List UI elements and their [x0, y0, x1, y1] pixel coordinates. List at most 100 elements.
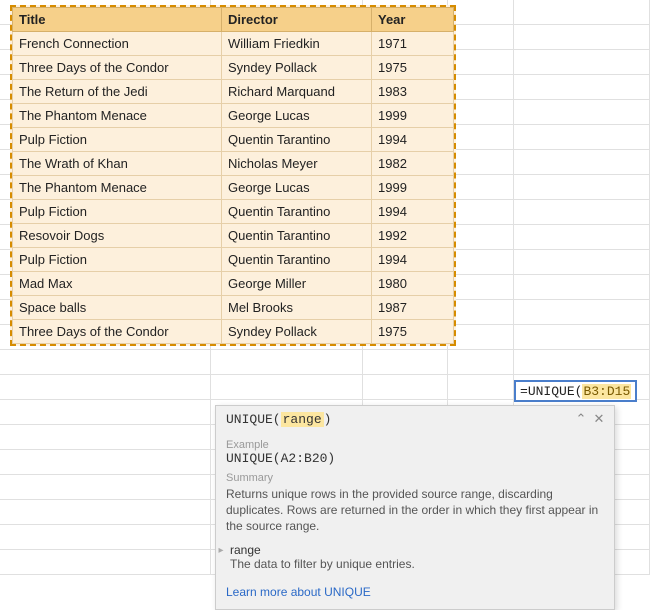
cell[interactable]: [514, 175, 650, 200]
table-row: The Phantom MenaceGeorge Lucas1999: [13, 104, 454, 128]
cell-year[interactable]: 1980: [372, 272, 454, 296]
cell[interactable]: [514, 125, 650, 150]
cell[interactable]: [514, 350, 650, 375]
formula-equals: =: [520, 384, 528, 399]
cell[interactable]: [448, 175, 514, 200]
cell-director[interactable]: Nicholas Meyer: [222, 152, 372, 176]
cell-director[interactable]: Mel Brooks: [222, 296, 372, 320]
cell-year[interactable]: 1975: [372, 56, 454, 80]
cell[interactable]: [448, 25, 514, 50]
cell[interactable]: [0, 425, 211, 450]
cell[interactable]: [448, 125, 514, 150]
cell[interactable]: [448, 275, 514, 300]
table-row: French ConnectionWilliam Friedkin1971: [13, 32, 454, 56]
cell[interactable]: [363, 350, 448, 375]
cell[interactable]: [448, 375, 514, 400]
cell-title[interactable]: The Wrath of Khan: [13, 152, 222, 176]
range-param-name: range: [230, 543, 604, 557]
cell-director[interactable]: Quentin Tarantino: [222, 224, 372, 248]
cell-director[interactable]: Quentin Tarantino: [222, 200, 372, 224]
cell-director[interactable]: George Miller: [222, 272, 372, 296]
cell[interactable]: [448, 50, 514, 75]
cell-year[interactable]: 1983: [372, 80, 454, 104]
cell-year[interactable]: 1975: [372, 320, 454, 344]
cell-year[interactable]: 1994: [372, 248, 454, 272]
table-row: The Phantom MenaceGeorge Lucas1999: [13, 176, 454, 200]
cell-title[interactable]: Resovoir Dogs: [13, 224, 222, 248]
cell-title[interactable]: The Phantom Menace: [13, 176, 222, 200]
cell[interactable]: [448, 350, 514, 375]
range-param-desc: The data to filter by unique entries.: [230, 557, 604, 571]
cell[interactable]: [0, 550, 211, 575]
cell[interactable]: [0, 400, 211, 425]
cell[interactable]: [448, 0, 514, 25]
cell-year[interactable]: 1999: [372, 176, 454, 200]
cell[interactable]: [448, 150, 514, 175]
cell-title[interactable]: Pulp Fiction: [13, 200, 222, 224]
cell-year[interactable]: 1994: [372, 200, 454, 224]
cell[interactable]: [514, 150, 650, 175]
cell-year[interactable]: 1992: [372, 224, 454, 248]
cell-director[interactable]: Richard Marquand: [222, 80, 372, 104]
cell-director[interactable]: George Lucas: [222, 104, 372, 128]
cell-director[interactable]: Syndey Pollack: [222, 320, 372, 344]
cell[interactable]: [0, 450, 211, 475]
cell[interactable]: [211, 375, 363, 400]
cell-director[interactable]: Quentin Tarantino: [222, 248, 372, 272]
cell-year[interactable]: 1999: [372, 104, 454, 128]
cell[interactable]: [0, 475, 211, 500]
cell[interactable]: [0, 500, 211, 525]
header-year[interactable]: Year: [372, 8, 454, 32]
cell[interactable]: [514, 325, 650, 350]
collapse-icon[interactable]: ⌃: [574, 413, 588, 427]
cell-title[interactable]: The Return of the Jedi: [13, 80, 222, 104]
cell[interactable]: [514, 300, 650, 325]
learn-more-link[interactable]: Learn more about UNIQUE: [226, 585, 371, 599]
cell-title[interactable]: Three Days of the Condor: [13, 56, 222, 80]
cell-title[interactable]: Three Days of the Condor: [13, 320, 222, 344]
cell-director[interactable]: Quentin Tarantino: [222, 128, 372, 152]
cell[interactable]: [514, 100, 650, 125]
cell[interactable]: [514, 25, 650, 50]
cell-year[interactable]: 1987: [372, 296, 454, 320]
cell[interactable]: [514, 0, 650, 25]
cell-director[interactable]: George Lucas: [222, 176, 372, 200]
cell[interactable]: [514, 50, 650, 75]
cell[interactable]: [448, 300, 514, 325]
cell[interactable]: [211, 350, 363, 375]
cell[interactable]: [0, 350, 211, 375]
cell-title[interactable]: Pulp Fiction: [13, 248, 222, 272]
cell-title[interactable]: French Connection: [13, 32, 222, 56]
cell-title[interactable]: The Phantom Menace: [13, 104, 222, 128]
cell[interactable]: [448, 75, 514, 100]
cell[interactable]: [448, 325, 514, 350]
cell[interactable]: [514, 225, 650, 250]
cell-title[interactable]: Mad Max: [13, 272, 222, 296]
formula-cell[interactable]: =UNIQUE(B3:D15: [514, 380, 637, 402]
cell[interactable]: [514, 275, 650, 300]
table-row: Pulp FictionQuentin Tarantino1994: [13, 200, 454, 224]
cell[interactable]: [448, 250, 514, 275]
selected-range[interactable]: Title Director Year French ConnectionWil…: [10, 5, 456, 346]
cell[interactable]: [448, 100, 514, 125]
cell[interactable]: [448, 200, 514, 225]
cell[interactable]: [0, 525, 211, 550]
cell-year[interactable]: 1982: [372, 152, 454, 176]
cell-title[interactable]: Pulp Fiction: [13, 128, 222, 152]
cell[interactable]: [0, 375, 211, 400]
cell-director[interactable]: Syndey Pollack: [222, 56, 372, 80]
header-title[interactable]: Title: [13, 8, 222, 32]
cell[interactable]: [514, 75, 650, 100]
cell[interactable]: [514, 250, 650, 275]
range-section: ▸ range The data to filter by unique ent…: [216, 543, 604, 571]
cell-year[interactable]: 1971: [372, 32, 454, 56]
cell[interactable]: [448, 225, 514, 250]
header-director[interactable]: Director: [222, 8, 372, 32]
arrow-icon[interactable]: ▸: [216, 543, 226, 556]
cell-title[interactable]: Space balls: [13, 296, 222, 320]
cell-year[interactable]: 1994: [372, 128, 454, 152]
cell[interactable]: [514, 200, 650, 225]
cell-director[interactable]: William Friedkin: [222, 32, 372, 56]
close-icon[interactable]: ✕: [592, 413, 606, 427]
cell[interactable]: [363, 375, 448, 400]
